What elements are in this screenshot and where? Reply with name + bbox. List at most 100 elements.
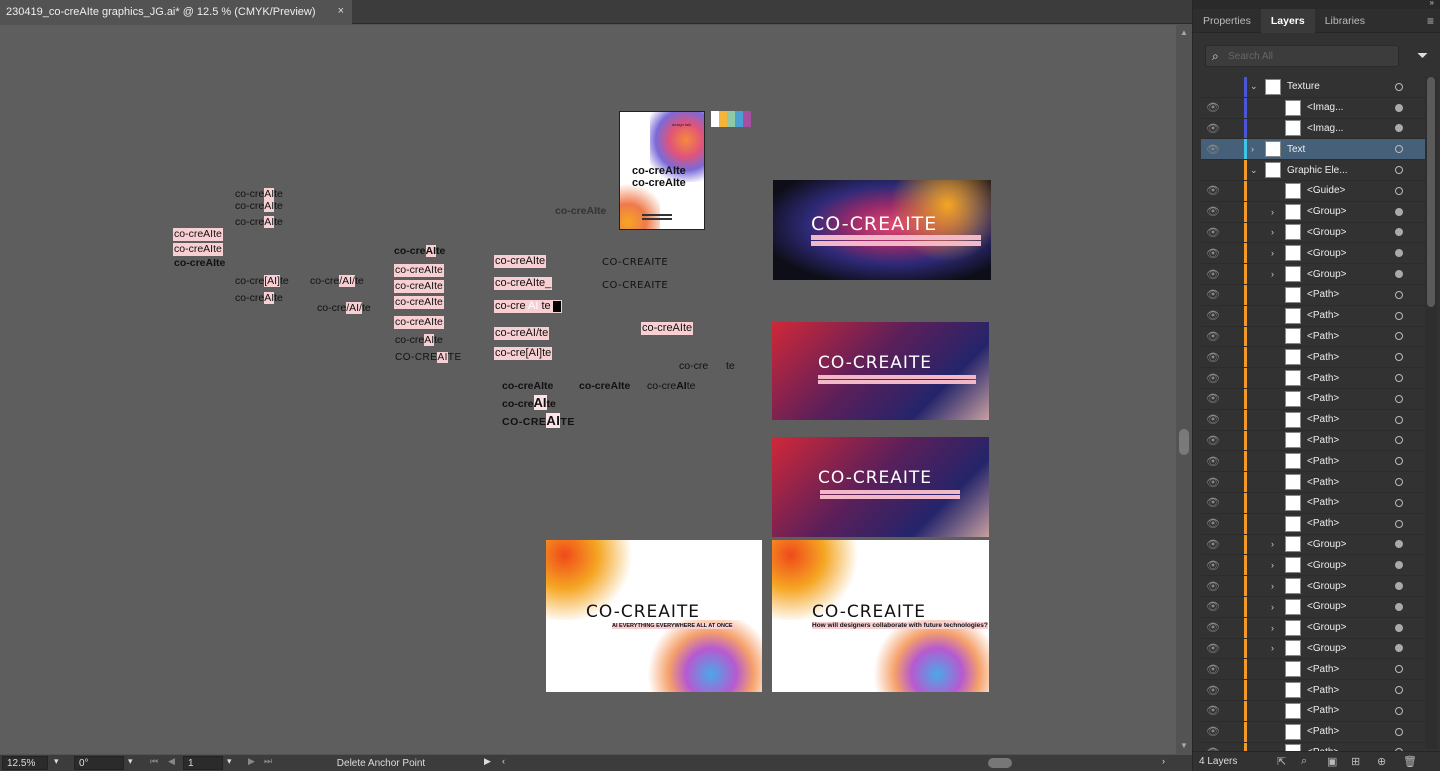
layer-row[interactable]: 👁 › <Group> (1201, 534, 1425, 556)
layer-name[interactable]: <Path> (1307, 456, 1339, 467)
canvas-vertical-scrollbar[interactable]: ▲ ▼ (1176, 25, 1192, 754)
target-circle-icon[interactable] (1395, 186, 1403, 195)
visibility-eye-icon[interactable]: 👁 (1205, 618, 1221, 638)
wordmark-variant[interactable]: co-creAIte_ (494, 277, 553, 290)
banner-light-2[interactable]: CO-CREAITE How will designers collaborat… (772, 540, 989, 692)
layer-name[interactable]: <Imag... (1307, 102, 1343, 113)
layer-row[interactable]: 👁 <Imag... (1201, 118, 1425, 140)
target-circle-icon[interactable] (1395, 478, 1403, 487)
layer-row[interactable]: 👁 <Path> (1201, 284, 1425, 306)
chevron-right-icon[interactable]: › (1271, 560, 1274, 570)
chevron-right-icon[interactable]: › (1271, 227, 1274, 237)
layer-row[interactable]: ⌄ Texture (1201, 77, 1425, 98)
target-circle-icon[interactable] (1395, 582, 1403, 591)
wordmark-variant[interactable]: co-creAIte (641, 322, 694, 335)
artboard-canvas[interactable]: co-creAIte co-creAIte co-creAIte co-creA… (0, 25, 1176, 754)
scroll-down-icon[interactable]: ▼ (1180, 741, 1188, 750)
wordmark-variant[interactable]: co-creAIte (394, 245, 445, 258)
target-circle-icon[interactable] (1395, 602, 1403, 611)
next-artboard-icon[interactable]: ▶ (248, 756, 255, 767)
color-swatches[interactable] (711, 111, 751, 127)
document-tab[interactable]: 230419_co-creAIte graphics_JG.ai* @ 12.5… (0, 0, 352, 24)
wordmark-variant[interactable]: CO-CREAITE (395, 351, 462, 364)
layer-row[interactable]: 👁 <Path> (1201, 409, 1425, 431)
target-circle-icon[interactable] (1395, 82, 1403, 91)
color-swatch[interactable] (727, 111, 735, 127)
wordmark-variant[interactable]: co-cre[AI]te (235, 275, 289, 288)
layer-row[interactable]: 👁 <Path> (1201, 368, 1425, 389)
visibility-eye-icon[interactable]: 👁 (1205, 347, 1221, 367)
layer-name[interactable]: Text (1287, 144, 1305, 155)
layer-row[interactable]: 👁 <Path> (1201, 472, 1425, 493)
layer-name[interactable]: <Path> (1307, 352, 1339, 363)
visibility-eye-icon[interactable]: 👁 (1205, 243, 1221, 263)
target-circle-icon[interactable] (1395, 623, 1403, 632)
layer-row[interactable]: 👁 › <Group> (1201, 596, 1425, 618)
visibility-eye-icon[interactable]: 👁 (1205, 722, 1221, 742)
poster-artboard[interactable]: design talk co-creAIte co-creAIte (619, 111, 705, 230)
visibility-eye-icon[interactable]: 👁 (1205, 139, 1221, 159)
wordmark-variant[interactable]: co-creAI/te (494, 327, 550, 340)
layer-row[interactable]: 👁 › <Group> (1201, 617, 1425, 639)
wordmark-variant[interactable]: co-creAIte (394, 296, 444, 309)
layer-row[interactable]: 👁 <Path> (1201, 659, 1425, 681)
target-circle-icon[interactable] (1395, 249, 1403, 258)
visibility-eye-icon[interactable]: 👁 (1205, 118, 1221, 138)
layer-name[interactable]: <Group> (1307, 227, 1346, 238)
wordmark-variant[interactable]: co-creAIte (394, 264, 444, 277)
target-circle-icon[interactable] (1395, 519, 1403, 528)
layer-name[interactable]: Graphic Ele... (1287, 165, 1348, 176)
layer-name[interactable]: <Group> (1307, 560, 1346, 571)
banner-dark-1[interactable]: CO-CREAITE (773, 180, 991, 280)
chevron-down-icon[interactable]: ⌄ (1250, 81, 1258, 92)
layer-name[interactable]: <Group> (1307, 601, 1346, 612)
tab-layers[interactable]: Layers (1260, 8, 1315, 33)
banner-dark-2[interactable]: CO-CREAITE (772, 322, 989, 420)
layer-row[interactable]: 👁 <Path> (1201, 326, 1425, 348)
visibility-eye-icon[interactable]: 👁 (1205, 98, 1221, 118)
panel-menu-icon[interactable]: ≡ (1427, 14, 1434, 28)
target-circle-icon[interactable] (1395, 644, 1403, 653)
target-circle-icon[interactable] (1395, 457, 1403, 466)
layer-row[interactable]: 👁 › Text (1201, 139, 1425, 161)
chevron-right-icon[interactable]: › (1271, 581, 1274, 591)
chevron-down-icon[interactable]: ▾ (54, 756, 59, 767)
layer-name[interactable]: <Path> (1307, 518, 1339, 529)
visibility-eye-icon[interactable]: 👁 (1205, 451, 1221, 471)
layer-name[interactable]: <Path> (1307, 310, 1339, 321)
wordmark-variant[interactable]: co-creAIte (235, 292, 283, 305)
layer-row[interactable]: 👁 <Path> (1201, 700, 1425, 722)
target-circle-icon[interactable] (1395, 332, 1403, 341)
visibility-eye-icon[interactable]: 👁 (1205, 326, 1221, 346)
layer-name[interactable]: <Path> (1307, 705, 1339, 716)
wordmark-variant[interactable]: co-creAIte (235, 200, 283, 213)
wordmark-variant[interactable]: co-creAIte (555, 205, 606, 218)
visibility-eye-icon[interactable]: 👁 (1205, 514, 1221, 534)
target-circle-icon[interactable] (1395, 686, 1403, 694)
chevron-right-icon[interactable]: › (1271, 248, 1274, 258)
layer-row[interactable]: 👁 <Path> (1201, 430, 1425, 452)
color-swatch[interactable] (735, 111, 743, 127)
chevron-down-icon[interactable]: ▾ (128, 756, 133, 767)
wordmark-variant[interactable]: co-creAIte (173, 228, 223, 241)
locate-object-icon[interactable]: ⌕ (1301, 755, 1307, 768)
visibility-eye-icon[interactable]: 👁 (1205, 306, 1221, 326)
layer-name[interactable]: <Path> (1307, 664, 1339, 675)
chevron-right-icon[interactable]: › (1271, 602, 1274, 612)
visibility-eye-icon[interactable]: 👁 (1205, 472, 1221, 492)
wordmark-variant[interactable]: co-creAIte (174, 257, 225, 270)
chevron-right-icon[interactable]: › (1271, 623, 1274, 633)
layer-name[interactable]: <Path> (1307, 289, 1339, 300)
rotate-field[interactable]: 0° (74, 756, 124, 770)
prev-artboard-icon[interactable]: ◀ (168, 756, 175, 767)
visibility-eye-icon[interactable]: 👁 (1205, 555, 1221, 575)
wordmark-variant[interactable]: co-creAIte (502, 395, 556, 411)
layer-name[interactable]: <Path> (1307, 477, 1339, 488)
scroll-right-icon[interactable]: › (1162, 756, 1165, 766)
visibility-eye-icon[interactable]: 👁 (1205, 680, 1221, 700)
layer-name[interactable]: <Path> (1307, 393, 1339, 404)
layer-row[interactable]: 👁 › <Group> (1201, 576, 1425, 597)
target-circle-icon[interactable] (1395, 145, 1403, 154)
wordmark-variant[interactable]: co-cre AI te (494, 300, 562, 313)
wordmark-variant[interactable]: co-creAIte (394, 280, 444, 293)
